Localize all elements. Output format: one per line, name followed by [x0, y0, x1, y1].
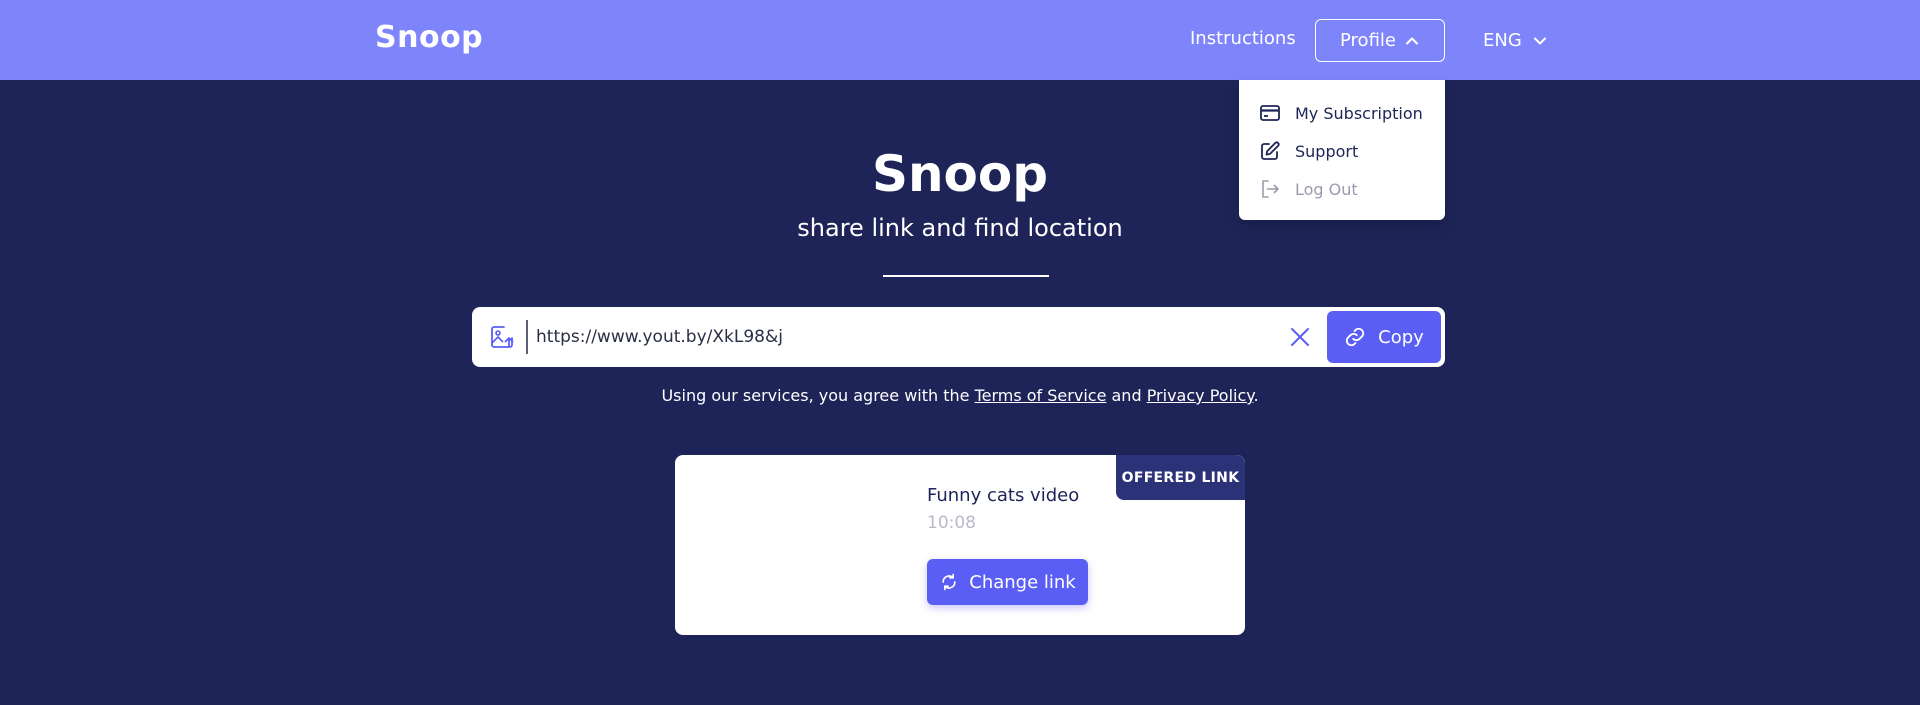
url-input[interactable] — [536, 317, 1276, 357]
copy-button[interactable]: Copy — [1327, 311, 1441, 363]
image-upload-icon[interactable] — [489, 324, 515, 350]
copy-label: Copy — [1378, 326, 1424, 348]
terms-notice: Using our services, you agree with the T… — [0, 386, 1920, 405]
menu-item-my-subscription[interactable]: My Subscription — [1239, 94, 1445, 132]
hero-subtitle: share link and find location — [797, 214, 1123, 242]
divider — [883, 275, 1049, 277]
refresh-icon — [942, 573, 956, 591]
language-selector[interactable]: ENG — [1483, 19, 1548, 62]
privacy-policy-link[interactable]: Privacy Policy — [1147, 386, 1254, 405]
terms-prefix: Using our services, you agree with the — [661, 386, 975, 405]
instructions-link[interactable]: Instructions — [1190, 28, 1296, 49]
chevron-down-icon — [1533, 37, 1546, 44]
credit-card-icon — [1260, 105, 1280, 121]
terms-and: and — [1106, 386, 1147, 405]
profile-button[interactable]: Profile — [1315, 19, 1445, 62]
logo[interactable]: Snoop — [375, 20, 483, 55]
close-icon[interactable] — [1289, 326, 1311, 348]
link-icon — [1346, 327, 1365, 347]
change-link-button[interactable]: Change link — [927, 559, 1088, 605]
video-time: 10:08 — [927, 513, 976, 533]
chevron-up-icon — [1405, 37, 1418, 44]
top-navbar: Snoop Instructions Profile ENG — [0, 0, 1920, 80]
offered-link-badge: OFFERED LINK — [1116, 455, 1245, 500]
profile-label: Profile — [1340, 30, 1396, 51]
terms-suffix: . — [1253, 386, 1259, 405]
menu-item-label: My Subscription — [1295, 103, 1423, 123]
change-link-label: Change link — [969, 571, 1076, 593]
language-label: ENG — [1483, 30, 1522, 51]
offered-link-card: OFFERED LINK Funny cats video 10:08 Chan… — [675, 455, 1245, 635]
url-bar: Copy — [472, 307, 1445, 367]
hero-title: Snoop — [871, 145, 1049, 203]
input-divider — [526, 320, 528, 354]
terms-of-service-link[interactable]: Terms of Service — [975, 386, 1107, 405]
video-title: Funny cats video — [927, 485, 1080, 506]
